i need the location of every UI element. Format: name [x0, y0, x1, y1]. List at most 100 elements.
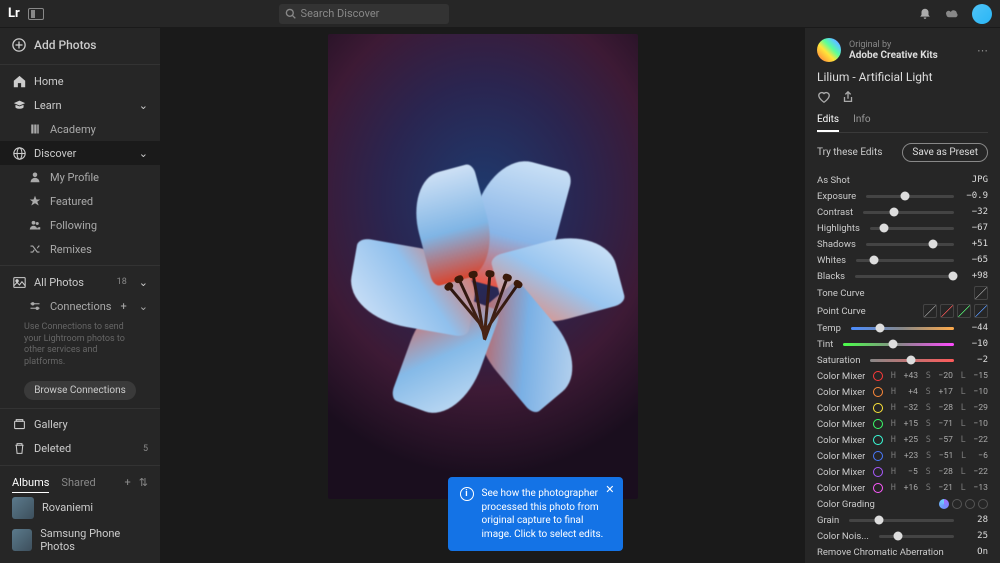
photo-preview[interactable]: [328, 34, 638, 499]
colormixer-label: Color Mixer: [817, 467, 865, 478]
slider-contrast[interactable]: Contrast−32: [817, 204, 988, 220]
search-input[interactable]: Search Discover: [279, 4, 449, 24]
plus-icon[interactable]: +: [121, 300, 127, 313]
color-swatch-icon: [873, 387, 883, 397]
colormixer-row[interactable]: Color MixerH+43S−20L−15: [817, 368, 988, 384]
slider-highlights[interactable]: Highlights−67: [817, 220, 988, 236]
browse-connections-button[interactable]: Browse Connections: [24, 381, 136, 400]
hsl-labels: H: [891, 419, 896, 429]
curve-luma-icon[interactable]: [974, 286, 988, 300]
slider-label: Contrast: [817, 207, 853, 218]
slider-colornoise[interactable]: Color Nois... 25: [817, 528, 988, 544]
close-icon[interactable]: ✕: [605, 483, 614, 498]
colormixer-row[interactable]: Color MixerH+23S−51L−6: [817, 448, 988, 464]
rca-value[interactable]: On: [964, 547, 988, 557]
nav-academy-label: Academy: [50, 123, 96, 136]
panel-toggle-icon[interactable]: [28, 8, 44, 20]
color-swatch-icon: [873, 403, 883, 413]
nav-gallery-label: Gallery: [34, 418, 68, 431]
color-swatch-icon: [873, 451, 883, 461]
nav-featured[interactable]: Featured: [0, 189, 160, 213]
rca-label: Remove Chromatic Aberration: [817, 547, 944, 558]
slider-blacks[interactable]: Blacks+98: [817, 268, 988, 284]
grain-label: Grain: [817, 515, 839, 526]
slider-label: Exposure: [817, 191, 856, 202]
all-photos-count: 18: [117, 277, 127, 287]
nav-following[interactable]: Following: [0, 213, 160, 237]
colormixer-row[interactable]: Color MixerH+25S−57L−22: [817, 432, 988, 448]
bell-icon[interactable]: [918, 7, 932, 21]
slider-label: Shadows: [817, 239, 856, 250]
cg-shadows-icon[interactable]: [952, 499, 962, 509]
cloud-icon[interactable]: [944, 7, 960, 21]
nav-academy[interactable]: Academy: [0, 117, 160, 141]
slider-temp[interactable]: Temp −44: [817, 320, 988, 336]
nav-remixes[interactable]: Remixes: [0, 237, 160, 261]
tab-shared[interactable]: Shared: [61, 476, 95, 493]
colormixer-label: Color Mixer: [817, 371, 865, 382]
nav-deleted-label: Deleted: [34, 442, 71, 455]
slider-shadows[interactable]: Shadows+51: [817, 236, 988, 252]
tab-info[interactable]: Info: [853, 114, 870, 132]
album-item[interactable]: Samsung Phone Photos: [0, 523, 160, 557]
nav-all-photos[interactable]: All Photos 18 ⌄: [0, 270, 160, 294]
star-icon: [28, 194, 42, 208]
add-album-icon[interactable]: +: [125, 476, 131, 493]
sort-icon[interactable]: ⇅: [139, 476, 148, 493]
photo-icon: [12, 275, 26, 289]
nav-gallery[interactable]: Gallery: [0, 413, 160, 437]
save-preset-button[interactable]: Save as Preset: [902, 143, 988, 162]
slider-value: −0.9: [964, 191, 988, 201]
slider-grain[interactable]: Grain 28: [817, 512, 988, 528]
tint-label: Tint: [817, 339, 833, 350]
slider-whites[interactable]: Whites−65: [817, 252, 988, 268]
sat-value: −2: [964, 355, 988, 365]
slider-value: −65: [964, 255, 988, 265]
color-swatch-icon: [873, 371, 883, 381]
author-avatar[interactable]: [817, 38, 841, 62]
home-icon: [12, 74, 26, 88]
nav-learn[interactable]: Learn ⌄: [0, 93, 160, 117]
share-icon[interactable]: [841, 90, 855, 104]
nav-connections[interactable]: Connections + ⌄: [0, 294, 160, 318]
colormixer-row[interactable]: Color MixerH+16S−21L−13: [817, 480, 988, 496]
cg-highlights-icon[interactable]: [978, 499, 988, 509]
album-item[interactable]: Rovaniemi: [0, 493, 160, 523]
colormixer-label: Color Mixer: [817, 483, 865, 494]
color-swatch-icon: [873, 483, 883, 493]
curve-blue-icon[interactable]: [974, 304, 988, 318]
nav-profile[interactable]: My Profile: [0, 165, 160, 189]
cg-wheel-icon[interactable]: [939, 499, 949, 509]
color-swatch-icon: [873, 419, 883, 429]
slider-exposure[interactable]: Exposure −0.9: [817, 188, 988, 204]
slider-saturation[interactable]: Saturation −2: [817, 352, 988, 368]
user-avatar[interactable]: [972, 4, 992, 24]
try-edits-label: Try these Edits: [817, 147, 882, 158]
nav-discover[interactable]: Discover ⌄: [0, 141, 160, 165]
colornoise-value: 25: [964, 531, 988, 541]
color-swatch-icon: [873, 435, 883, 445]
slider-tint[interactable]: Tint −10: [817, 336, 988, 352]
more-icon[interactable]: ⋯: [977, 44, 988, 57]
connections-icon: [28, 299, 42, 313]
hsl-labels: H: [891, 435, 896, 445]
nav-home[interactable]: Home: [0, 69, 160, 93]
tab-edits[interactable]: Edits: [817, 114, 839, 132]
nav-deleted[interactable]: Deleted 5: [0, 437, 160, 461]
add-photos-button[interactable]: Add Photos: [0, 28, 160, 60]
colormixer-row[interactable]: Color MixerH+4S+17L−10: [817, 384, 988, 400]
colormixer-row[interactable]: Color MixerH−5S−28L−22: [817, 464, 988, 480]
chevron-down-icon: ⌄: [139, 276, 148, 289]
curve-red-icon[interactable]: [940, 304, 954, 318]
author-name[interactable]: Adobe Creative Kits: [849, 50, 938, 61]
colormixer-row[interactable]: Color MixerH+15S−71L−10: [817, 416, 988, 432]
nav-learn-label: Learn: [34, 99, 62, 112]
colormixer-row[interactable]: Color MixerH−32S−28L−29: [817, 400, 988, 416]
curve-all-icon[interactable]: [923, 304, 937, 318]
cg-midtones-icon[interactable]: [965, 499, 975, 509]
tab-albums[interactable]: Albums: [12, 476, 49, 493]
globe-icon: [12, 146, 26, 160]
heart-icon[interactable]: [817, 90, 831, 104]
curve-green-icon[interactable]: [957, 304, 971, 318]
connections-note: Use Connections to send your Lightroom p…: [0, 318, 160, 377]
